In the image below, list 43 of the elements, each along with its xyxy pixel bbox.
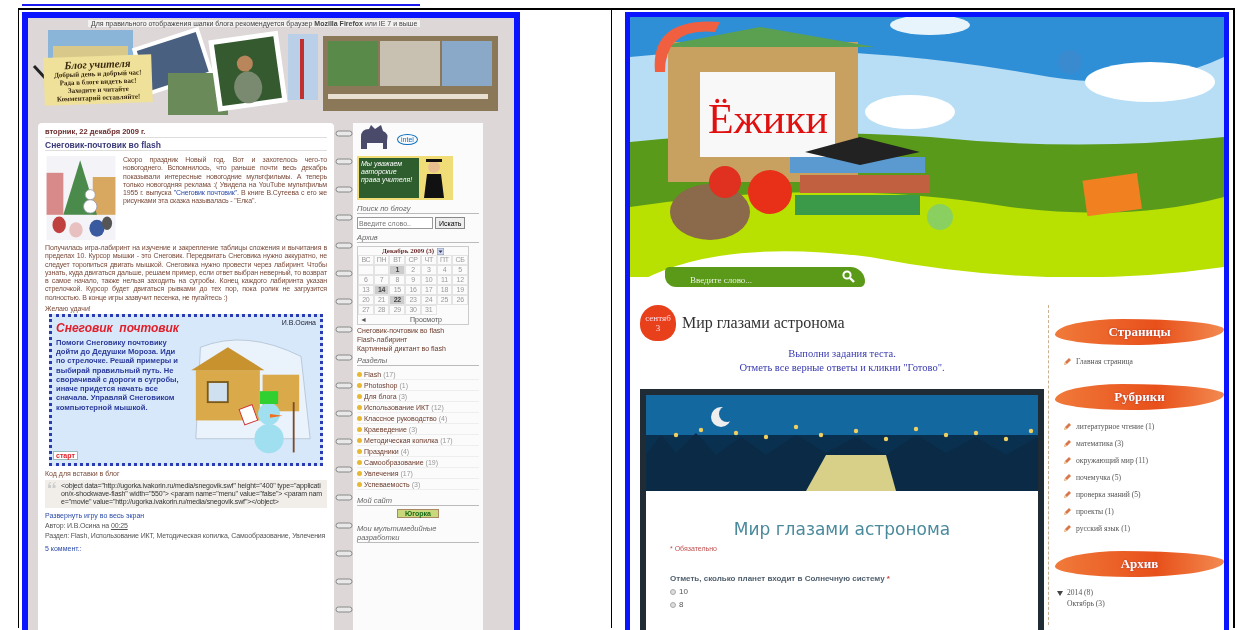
bullet-icon [357, 426, 362, 432]
widget-heading: Страницы [1055, 319, 1224, 345]
date-day: 3 [655, 323, 661, 333]
quote-icon [48, 482, 56, 489]
bullet-icon [357, 415, 362, 421]
bullet-icon [357, 459, 362, 465]
bullet-icon [357, 393, 362, 399]
dropdown-icon[interactable] [437, 247, 445, 255]
pencil-icon [1063, 456, 1072, 465]
search-field[interactable]: Введите слово... [665, 267, 865, 287]
bullet-icon [357, 371, 362, 377]
pencil-icon [1063, 490, 1072, 499]
bullet-icon [357, 470, 362, 476]
post-title[interactable]: Снеговик-почтовик во flash [45, 140, 327, 151]
pencil-icon [1063, 439, 1072, 448]
pencil-icon [1063, 524, 1072, 533]
bullet-icon [357, 382, 362, 388]
blog-title: Ёжики [708, 95, 829, 143]
pencil-icon [1063, 422, 1072, 431]
bullet-icon [357, 481, 362, 487]
instruction-text: Отметь все верные ответы и кликни "Готово". [738, 361, 946, 375]
pencil-icon [1063, 473, 1072, 482]
date-month: сентяб [645, 313, 671, 323]
radio-button[interactable] [670, 601, 676, 608]
pencil-icon [1063, 507, 1072, 516]
post-title[interactable]: Мир глазами астронома [682, 314, 845, 332]
widget-heading: Рубрики [1055, 384, 1224, 410]
empty-calendar-cell [358, 265, 374, 275]
bullet-icon [357, 448, 362, 454]
form-title: Мир глазами астронома [732, 519, 952, 539]
pencil-icon [1063, 357, 1072, 366]
bullet-icon [357, 404, 362, 410]
instruction-text: Выполни задания теста. [787, 347, 897, 361]
radio-button[interactable] [670, 588, 676, 595]
note-title: Блог учителя [63, 56, 131, 72]
search-icon[interactable] [842, 270, 855, 283]
option-label: 8 [679, 600, 684, 609]
bullet-icon [357, 437, 362, 443]
widget-heading: Архив [1055, 551, 1224, 577]
option-label: 10 [679, 587, 688, 596]
game-title: Снеговик почтовик [56, 321, 180, 336]
question-text: Отметь, сколько планет входит в Солнечную систему * [670, 574, 891, 583]
expand-toggle-icon[interactable] [1057, 590, 1063, 596]
